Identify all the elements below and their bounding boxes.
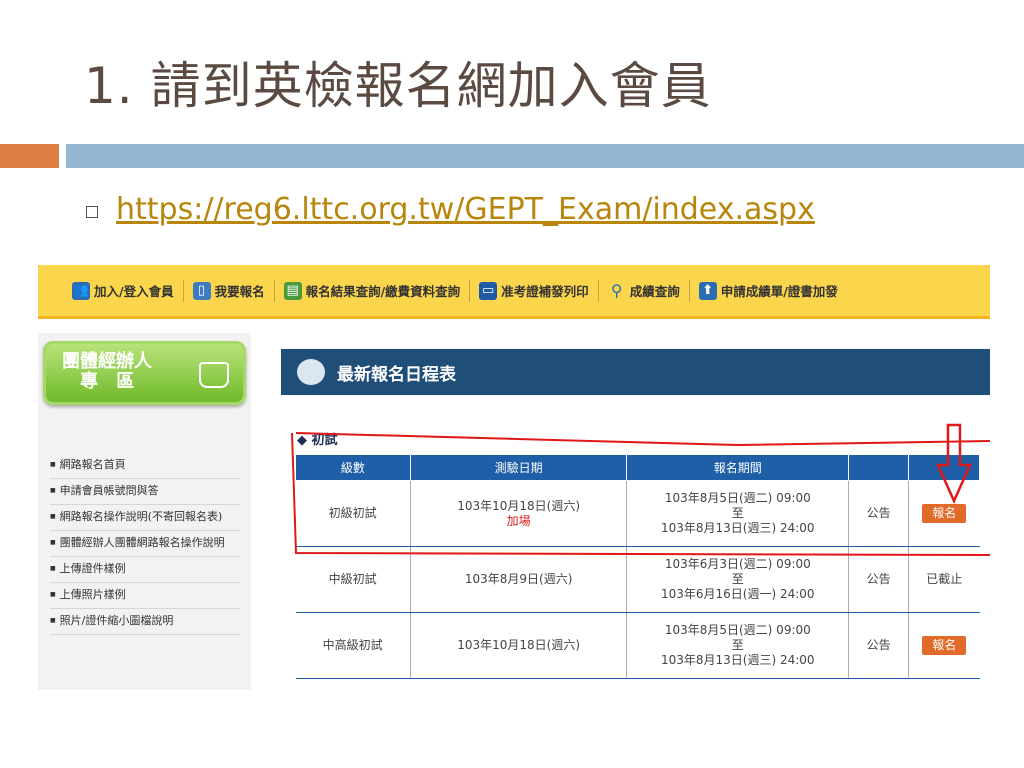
period-end: 103年6月16日(週一) 24:00 xyxy=(661,587,815,601)
nav-divider xyxy=(273,279,275,302)
period-to: 至 xyxy=(731,572,744,586)
nav-divider xyxy=(688,279,690,302)
period-start: 103年8月5日(週二) 09:00 xyxy=(664,491,811,505)
column-header xyxy=(848,454,910,481)
level-cell: 中級初試 xyxy=(295,546,411,613)
column-header: 測驗日期 xyxy=(409,454,628,481)
column-header: 報名期間 xyxy=(626,454,850,481)
period-cell: 103年8月5日(週二) 09:00 至 103年8月13日(週三) 24:00 xyxy=(626,480,849,547)
period-end: 103年8月13日(週三) 24:00 xyxy=(661,521,815,535)
period-cell: 103年6月3日(週二) 09:00 至 103年6月16日(週一) 24:00 xyxy=(626,546,849,613)
nav-item-label: 報名結果查詢/繳費資料查詢 xyxy=(305,284,461,299)
satellite-dish-icon xyxy=(297,359,325,385)
table-row: 中級初試 103年8月9日(週六) 103年6月3日(週二) 09:00 至 1… xyxy=(295,546,980,613)
nav-item-label: 准考證補發列印 xyxy=(501,284,589,299)
notice-link[interactable]: 公告 xyxy=(848,480,909,547)
printer-icon: ▤ xyxy=(283,281,302,300)
bullet-square-icon xyxy=(86,206,98,218)
nav-item-label: 成績查詢 xyxy=(629,284,680,299)
date-cell: 103年10月18日(週六) 加場 xyxy=(409,480,627,547)
period-start: 103年6月3日(週二) 09:00 xyxy=(664,557,811,571)
period-end: 103年8月13日(週三) 24:00 xyxy=(661,653,815,667)
schedule-heading: 最新報名日程表 xyxy=(337,364,456,385)
section-label: ◆ 初試 xyxy=(297,433,338,448)
nav-divider xyxy=(597,279,599,302)
schedule-table: 級數 測驗日期 報名期間 初級初試 103年10月18日(週六) 加場 103年… xyxy=(295,454,980,679)
table-row: 初級初試 103年10月18日(週六) 加場 103年8月5日(週二) 09:0… xyxy=(295,480,980,547)
sidebar-link[interactable]: 照片/證件縮小圖檔說明 xyxy=(50,609,240,635)
extra-session-label: 加場 xyxy=(506,513,531,528)
column-header xyxy=(908,454,980,481)
action-cell: 報名 xyxy=(908,612,980,679)
nav-item-label: 加入/登入會員 xyxy=(94,284,174,299)
sidebar-link[interactable]: 網路報名操作說明(不寄回報名表) xyxy=(50,505,240,531)
period-to: 至 xyxy=(731,506,744,520)
nav-item-certificate[interactable]: ⬆ 申請成績單/證書加發 xyxy=(693,277,844,305)
action-cell: 報名 xyxy=(908,480,980,547)
nav-item-label: 申請成績單/證書加發 xyxy=(720,284,838,299)
bag-icon xyxy=(199,362,229,388)
exam-date: 103年10月18日(週六) xyxy=(457,638,581,652)
notice-link[interactable]: 公告 xyxy=(848,546,909,613)
book-icon: ▯ xyxy=(192,281,211,300)
left-sidebar: 團體經辦人 專 區 網路報名首頁 申請會員帳號問與答 網路報名操作說明(不寄回報… xyxy=(38,333,251,690)
search-icon: ⚲ xyxy=(610,280,623,300)
nav-divider xyxy=(469,279,471,302)
period-cell: 103年8月5日(週二) 09:00 至 103年8月13日(週三) 24:00 xyxy=(626,612,849,679)
accent-bar-blue xyxy=(66,144,1024,168)
registration-url-link[interactable]: https://reg6.lttc.org.tw/GEPT_Exam/index… xyxy=(116,192,815,227)
period-start: 103年8月5日(週二) 09:00 xyxy=(664,623,811,637)
sidebar-link[interactable]: 網路報名首頁 xyxy=(50,453,240,479)
table-header-row: 級數 測驗日期 報名期間 xyxy=(295,454,980,481)
nav-item-admission-ticket[interactable]: ▭ 准考證補發列印 xyxy=(473,277,595,305)
nav-item-label: 我要報名 xyxy=(214,284,265,299)
nav-divider xyxy=(182,279,184,302)
table-row: 中高級初試 103年10月18日(週六) 103年8月5日(週二) 09:00 … xyxy=(295,612,980,679)
exam-date: 103年8月9日(週六) xyxy=(464,572,573,586)
exam-date: 103年10月18日(週六) xyxy=(457,498,581,513)
date-cell: 103年8月9日(週六) xyxy=(409,546,627,613)
monitor-icon: ▭ xyxy=(479,281,498,300)
period-to: 至 xyxy=(731,638,744,652)
sidebar-link-list: 網路報名首頁 申請會員帳號問與答 網路報名操作說明(不寄回報名表) 團體經辦人團… xyxy=(50,453,240,635)
schedule-panel: 最新報名日程表 ◆ 初試 級數 測驗日期 報名期間 初級初試 103年10月18… xyxy=(281,349,990,690)
slide-title: 1. 請到英檢報名網加入會員 xyxy=(84,57,712,115)
level-cell: 初級初試 xyxy=(295,480,411,547)
website-screenshot: 👥 加入/登入會員 ▯ 我要報名 ▤ 報名結果查詢/繳費資料查詢 ▭ 准考證補發… xyxy=(38,265,990,690)
register-button[interactable]: 報名 xyxy=(922,636,967,655)
nav-item-members[interactable]: 👥 加入/登入會員 xyxy=(66,277,180,305)
nav-item-score-query[interactable]: ⚲ 成績查詢 xyxy=(602,277,686,305)
notice-link[interactable]: 公告 xyxy=(848,612,909,679)
sidebar-link[interactable]: 上傳照片樣例 xyxy=(50,583,240,609)
members-icon: 👥 xyxy=(72,281,90,300)
sidebar-link[interactable]: 申請會員帳號問與答 xyxy=(50,479,240,505)
top-nav-bar: 👥 加入/登入會員 ▯ 我要報名 ▤ 報名結果查詢/繳費資料查詢 ▭ 准考證補發… xyxy=(38,265,990,319)
closed-status: 已截止 xyxy=(908,546,980,613)
sidebar-link[interactable]: 團體經辦人團體網路報名操作說明 xyxy=(50,531,240,557)
level-cell: 中高級初試 xyxy=(295,612,411,679)
register-button[interactable]: 報名 xyxy=(922,504,967,523)
sidebar-link[interactable]: 上傳證件樣例 xyxy=(50,557,240,583)
group-agent-button[interactable]: 團體經辦人 專 區 xyxy=(43,341,246,405)
column-header: 級數 xyxy=(295,454,411,481)
date-cell: 103年10月18日(週六) xyxy=(409,612,627,679)
schedule-header: 最新報名日程表 xyxy=(281,349,990,395)
nav-item-register[interactable]: ▯ 我要報名 xyxy=(187,277,271,305)
nav-item-result-query[interactable]: ▤ 報名結果查詢/繳費資料查詢 xyxy=(278,277,467,305)
upload-icon: ⬆ xyxy=(698,281,717,300)
accent-bar-orange xyxy=(0,144,59,168)
